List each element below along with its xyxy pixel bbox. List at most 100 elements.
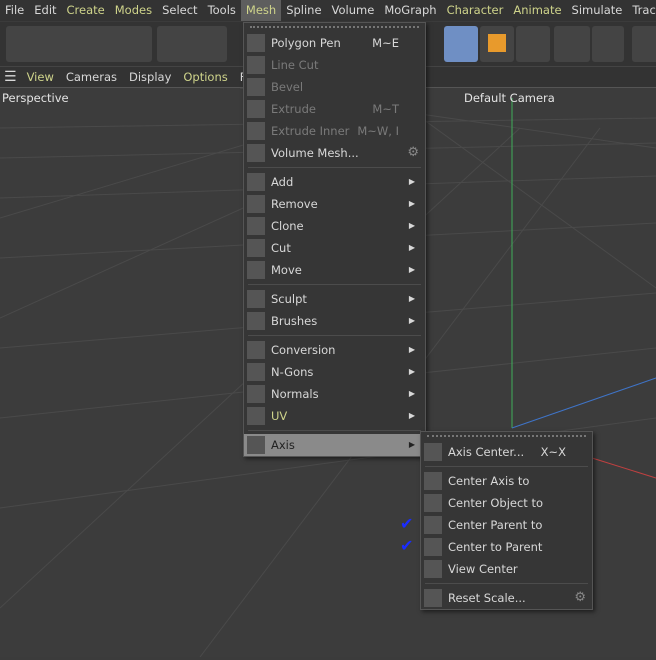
menu-modes[interactable]: Modes [110, 0, 157, 21]
menu-item-reset-scale[interactable]: Reset Scale... ⚙ [421, 587, 592, 609]
menu-item-axis-center[interactable]: Axis Center... X~X [421, 441, 592, 463]
menu-item-label: Center Axis to [448, 474, 530, 488]
file-tools-group[interactable] [6, 26, 152, 62]
menu-volume[interactable]: Volume [327, 0, 380, 21]
submenu-arrow-icon: ▶ [408, 243, 415, 252]
menu-item-n-gons[interactable]: N-Gons ▶ [244, 361, 425, 383]
menu-edit[interactable]: Edit [29, 0, 61, 21]
menu-item-label: Line Cut [271, 58, 319, 72]
menu-item-uv[interactable]: UV ▶ [244, 405, 425, 427]
menu-item-label: Volume Mesh... [271, 146, 359, 160]
menu-separator [248, 167, 421, 168]
psr-button[interactable] [554, 26, 590, 62]
menu-item-add[interactable]: Add ▶ [244, 171, 425, 193]
menu-item-icon [247, 436, 265, 454]
menu-item-view-center[interactable]: View Center [421, 558, 592, 580]
menu-item-icon [424, 443, 442, 461]
menu-create[interactable]: Create [62, 0, 110, 21]
menu-item-line-cut: Line Cut [244, 54, 425, 76]
submenu-arrow-icon: ▶ [408, 316, 415, 325]
menu-item-icon [247, 144, 265, 162]
camera-label[interactable]: Default Camera [464, 91, 555, 105]
gear-icon[interactable]: ⚙ [574, 587, 586, 609]
menu-item-center-to-parent[interactable]: Center to Parent [421, 536, 592, 558]
menu-separator [248, 335, 421, 336]
mesh-menu: Polygon Pen M~E Line Cut Bevel Extrude M~T Ext… [243, 22, 426, 457]
submenu-arrow-icon: ▶ [408, 367, 415, 376]
menu-item-icon [247, 56, 265, 74]
scale-tool-button[interactable] [480, 26, 514, 62]
menu-spline[interactable]: Spline [281, 0, 326, 21]
submenu-arrow-icon: ▶ [408, 265, 415, 274]
shortcut: M~W, I [357, 124, 399, 138]
menu-item-conversion[interactable]: Conversion ▶ [244, 339, 425, 361]
menu-select[interactable]: Select [157, 0, 202, 21]
menu-item-label: Sculpt [271, 292, 307, 306]
menu-item-label: Add [271, 175, 294, 189]
menu-item-icon [247, 261, 265, 279]
submenu-arrow-icon: ▶ [408, 389, 415, 398]
menu-item-icon [424, 472, 442, 490]
menu-item-center-parent-to[interactable]: Center Parent to [421, 514, 592, 536]
menu-simulate[interactable]: Simulate [567, 0, 628, 21]
viewmenu-view[interactable]: View [21, 70, 60, 84]
rotate-tool-button[interactable] [516, 26, 550, 62]
x-axis-button[interactable] [632, 26, 656, 62]
menu-item-volume-mesh[interactable]: Volume Mesh... ⚙ [244, 142, 425, 164]
menu-item-icon [247, 363, 265, 381]
menu-item-center-axis-to[interactable]: Center Axis to [421, 470, 592, 492]
menu-item-label: Remove [271, 197, 318, 211]
menu-item-icon [247, 78, 265, 96]
menu-tools[interactable]: Tools [203, 0, 241, 21]
viewmenu-display[interactable]: Display [123, 70, 177, 84]
undo-redo-group[interactable] [157, 26, 227, 62]
menu-item-move[interactable]: Move ▶ [244, 259, 425, 281]
menu-item-remove[interactable]: Remove ▶ [244, 193, 425, 215]
menu-item-label: Center to Parent [448, 540, 543, 554]
menu-item-label: Axis Center... [448, 445, 525, 459]
axis-tool-button[interactable] [592, 26, 624, 62]
menu-item-label: View Center [448, 562, 518, 576]
menu-item-normals[interactable]: Normals ▶ [244, 383, 425, 405]
menu-item-cut[interactable]: Cut ▶ [244, 237, 425, 259]
menu-item-extrude: Extrude M~T [244, 98, 425, 120]
menu-item-label: Extrude Inner [271, 124, 350, 138]
menu-item-axis[interactable]: Axis ▶ [244, 434, 425, 456]
menu-item-label: Clone [271, 219, 304, 233]
menu-item-label: N-Gons [271, 365, 314, 379]
menu-item-icon [247, 407, 265, 425]
menu-mesh[interactable]: Mesh [240, 0, 282, 21]
viewmenu-options[interactable]: Options [177, 70, 233, 84]
menu-file[interactable]: File [0, 0, 29, 21]
menu-item-polygon-pen[interactable]: Polygon Pen M~E [244, 32, 425, 54]
menu-item-label: Center Object to [448, 496, 544, 510]
menu-item-clone[interactable]: Clone ▶ [244, 215, 425, 237]
x-axis-line [591, 457, 656, 479]
menu-separator [248, 284, 421, 285]
viewmenu-cameras[interactable]: Cameras [60, 70, 123, 84]
menu-item-sculpt[interactable]: Sculpt ▶ [244, 288, 425, 310]
submenu-arrow-icon: ▶ [408, 177, 415, 186]
gear-icon[interactable]: ⚙ [407, 142, 419, 164]
menu-item-icon [424, 589, 442, 607]
menu-item-label: Axis [271, 438, 295, 452]
move-tool-button[interactable] [444, 26, 478, 62]
menu-tracker[interactable]: Tracker [627, 0, 656, 21]
submenu-arrow-icon: ▶ [408, 294, 415, 303]
menu-item-label: Reset Scale... [448, 591, 526, 605]
menu-separator [425, 466, 588, 467]
menu-mograph[interactable]: MoGraph [379, 0, 441, 21]
hamburger-icon[interactable]: ☰ [0, 69, 21, 85]
menu-item-icon [247, 312, 265, 330]
checkmark-icon: ✔ [400, 536, 414, 555]
menu-item-label: Bevel [271, 80, 304, 94]
menu-item-label: Polygon Pen [271, 36, 341, 50]
menu-item-center-object-to[interactable]: Center Object to [421, 492, 592, 514]
menu-character[interactable]: Character [442, 0, 509, 21]
axis-submenu: Axis Center... X~X Center Axis to Center Ob… [420, 431, 593, 610]
menu-item-icon [247, 341, 265, 359]
menu-animate[interactable]: Animate [508, 0, 566, 21]
menu-item-brushes[interactable]: Brushes ▶ [244, 310, 425, 332]
submenu-arrow-icon: ▶ [408, 440, 415, 449]
submenu-arrow-icon: ▶ [408, 221, 415, 230]
